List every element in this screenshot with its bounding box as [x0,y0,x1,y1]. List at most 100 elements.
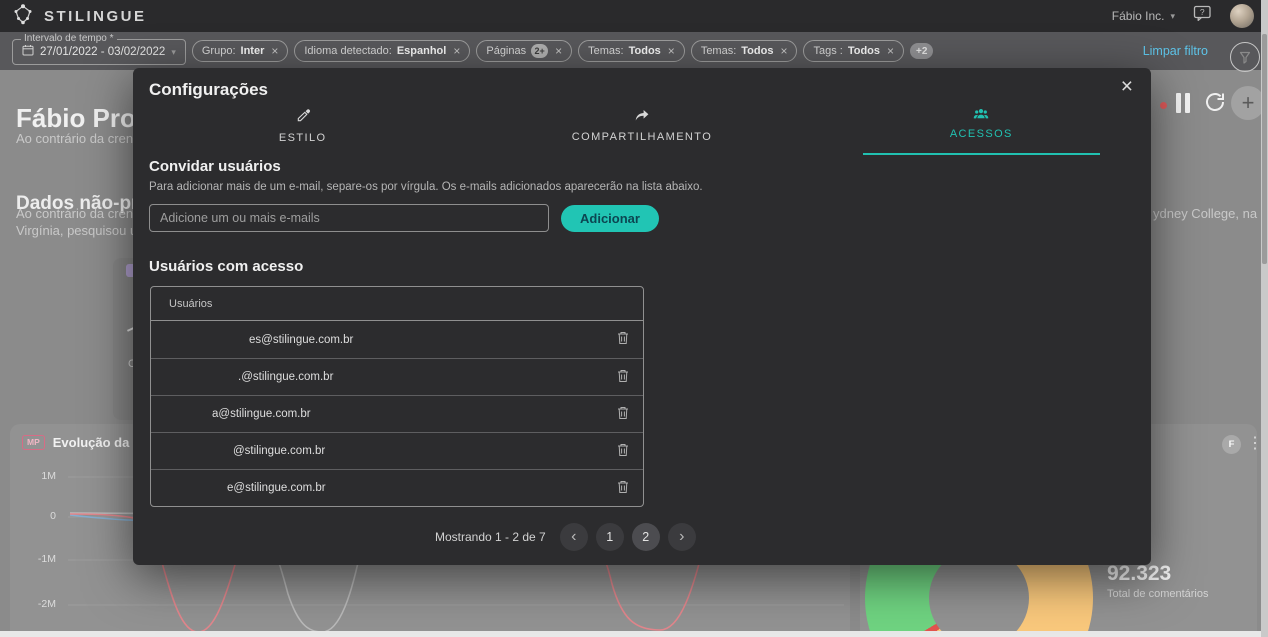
chevron-down-icon: ▾ [171,47,176,58]
scrollbar-thumb[interactable] [1262,34,1267,264]
y-axis-tick: -2M [18,598,56,610]
help-glyph: ? [1200,7,1205,17]
count-badge: 2+ [531,44,548,58]
table-row: a@stilingue.com.br [151,395,643,432]
user-email: a@stilingue.com.br [151,408,311,420]
add-widget-button[interactable]: + [1231,86,1265,120]
clear-filter-link[interactable]: Limpar filtro [1143,44,1208,58]
user-email: @stilingue.com.br [151,445,325,457]
filter-bar: Intervalo de tempo * 27/01/2022 - 03/02/… [0,32,1268,70]
tab-label: ACESSOS [950,128,1013,140]
table-row: es@stilingue.com.br [151,321,643,358]
modal-title: Configurações [149,80,268,100]
chip-value: Espanhol [397,45,447,57]
tab-compartilhamento[interactable]: COMPARTILHAMENTO [472,102,811,155]
stilingue-logo-icon [12,3,34,30]
brand-name: STILINGUE [44,8,147,25]
chip-value: Inter [241,45,265,57]
filter-chip-temas-2[interactable]: Temas: Todos × [691,40,798,62]
close-icon[interactable]: × [668,44,675,58]
table-row: @stilingue.com.br [151,432,643,469]
total-comments-label: Total de comentários [1107,588,1209,600]
invite-heading: Convidar usuários [149,158,281,175]
prev-page-button[interactable]: ‹ [560,523,588,551]
recording-dot [1160,102,1167,109]
chip-label: Temas: [701,45,736,57]
tab-label: ESTILO [279,132,327,144]
close-icon[interactable]: × [555,44,562,58]
page-2-button[interactable]: 2 [632,523,660,551]
chip-value: Todos [741,45,773,57]
chip-label: Tags : [813,45,842,57]
user-email: .@stilingue.com.br [151,371,333,383]
user-email: es@stilingue.com.br [151,334,353,346]
user-email: e@stilingue.com.br [151,482,326,494]
tab-acessos[interactable]: ACESSOS [812,102,1151,155]
account-name: Fábio Inc. [1112,9,1165,23]
filter-funnel-button[interactable] [1230,42,1260,72]
email-input[interactable] [149,204,549,232]
filter-chip-paginas[interactable]: Páginas 2+ × [476,40,572,62]
date-range-label: Intervalo de tempo * [21,33,117,44]
user-avatar[interactable] [1230,4,1254,28]
people-icon [973,108,989,123]
app-window: STILINGUE Fábio Inc. ▾ ? Intervalo de te… [0,0,1268,637]
chip-value: Todos [629,45,661,57]
y-axis-tick: -1M [18,553,56,565]
close-icon[interactable]: × [453,44,460,58]
delete-user-button[interactable] [615,478,631,499]
account-menu[interactable]: Fábio Inc. ▾ [1112,9,1175,23]
filter-chip-idioma[interactable]: Idioma detectado: Espanhol × [294,40,470,62]
refresh-button[interactable] [1203,90,1227,119]
chip-label: Temas: [588,45,623,57]
invite-description: Para adicionar mais de um e-mail, separe… [149,181,703,193]
date-range-value: 27/01/2022 - 03/02/2022 [40,46,165,58]
close-icon[interactable]: × [780,44,787,58]
modal-tabs: ESTILO COMPARTILHAMENTO [133,102,1151,155]
topbar-right: Fábio Inc. ▾ ? [1112,4,1254,28]
eyedropper-icon [295,108,311,127]
delete-user-button[interactable] [615,329,631,350]
vertical-scrollbar[interactable] [1261,0,1268,637]
calendar-icon [22,43,34,61]
tab-label: COMPARTILHAMENTO [572,131,712,143]
pagination: Mostrando 1 - 2 de 7 ‹ 1 2 › [435,523,696,551]
mp-badge: MP [22,435,45,449]
y-axis-tick: 1M [18,470,56,482]
delete-user-button[interactable] [615,367,631,388]
horizontal-scrollbar[interactable] [0,631,1261,637]
table-column-header: Usuários [151,287,643,321]
chevron-down-icon: ▾ [1170,11,1175,22]
share-icon [634,108,650,126]
source-badge[interactable]: F [1222,435,1241,454]
next-page-button[interactable]: › [668,523,696,551]
chip-value: Todos [848,45,880,57]
help-bubble-icon[interactable]: ? [1193,5,1212,27]
close-icon[interactable]: × [271,44,278,58]
filter-chip-temas-1[interactable]: Temas: Todos × [578,40,685,62]
date-range-picker[interactable]: Intervalo de tempo * 27/01/2022 - 03/02/… [12,39,186,65]
close-icon[interactable]: × [1117,72,1137,101]
chip-label: Páginas [486,45,526,57]
delete-user-button[interactable] [615,404,631,425]
filter-chip-tags[interactable]: Tags : Todos × [803,40,904,62]
body-text-fragment: ydney College, na [1153,206,1257,221]
total-comments-value: 92.323 [1107,562,1171,586]
pagination-summary: Mostrando 1 - 2 de 7 [435,530,546,544]
close-icon[interactable]: × [887,44,894,58]
chip-label: Idioma detectado: [304,45,391,57]
y-axis-tick: 0 [18,510,56,522]
delete-user-button[interactable] [615,441,631,462]
table-row: .@stilingue.com.br [151,358,643,395]
tab-estilo[interactable]: ESTILO [133,102,472,155]
topbar: STILINGUE Fábio Inc. ▾ ? [0,0,1268,32]
add-button[interactable]: Adicionar [561,205,659,232]
settings-modal: Configurações × ESTILO COMPARTILHA [133,68,1151,565]
more-filters-badge[interactable]: +2 [910,43,933,59]
table-row: e@stilingue.com.br [151,469,643,506]
users-heading: Usuários com acesso [149,258,303,275]
filter-chip-grupo[interactable]: Grupo: Inter × [192,40,289,62]
pause-button[interactable] [1176,93,1190,113]
users-table: Usuários es@stilingue.com.br .@stilingue… [150,286,644,507]
page-1-button[interactable]: 1 [596,523,624,551]
